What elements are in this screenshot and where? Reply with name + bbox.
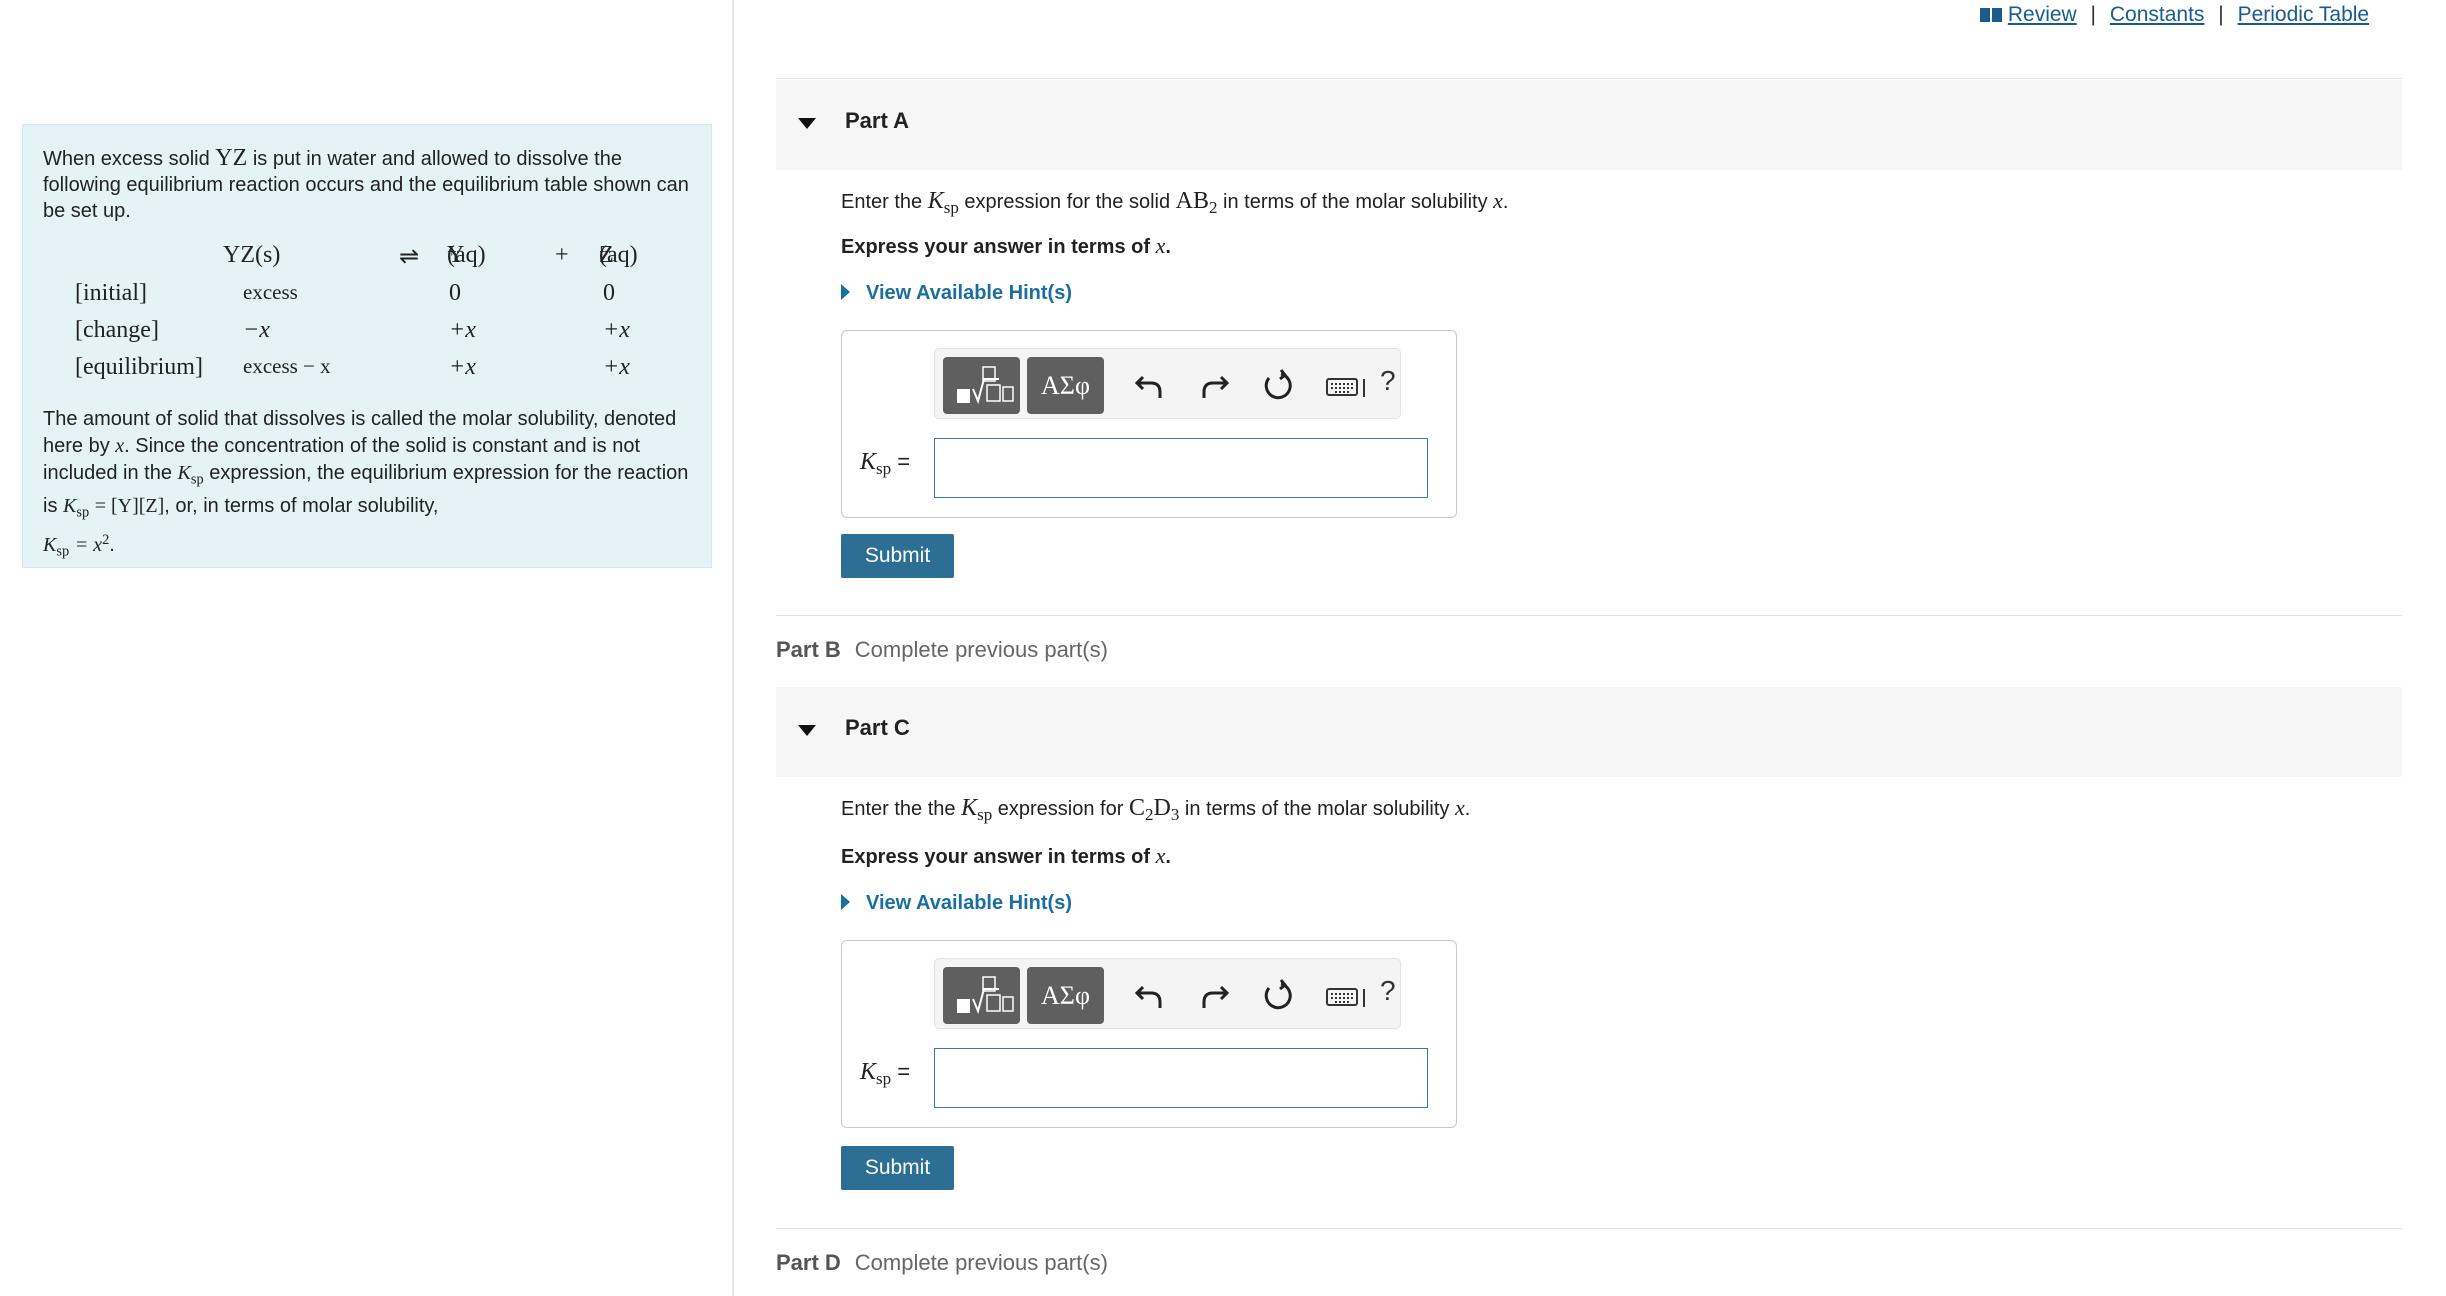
page: Review | Constants | Periodic Table When… — [0, 0, 2446, 1296]
part-d-locked: Part D Complete previous part(s) — [776, 1250, 1108, 1276]
part-c-prompt: Enter the the Ksp expression for C2D3 in… — [841, 795, 1471, 825]
part-c-header[interactable]: Part C — [776, 687, 2402, 777]
part-a-header[interactable]: Part A — [776, 80, 2402, 170]
section-divider — [776, 1228, 2402, 1229]
keyboard-icon[interactable] — [1325, 979, 1369, 1013]
part-a-submit-button[interactable]: Submit — [841, 534, 954, 578]
part-a-view-hints[interactable]: View Available Hint(s) — [841, 282, 1072, 305]
greek-symbols-button[interactable]: ΑΣφ — [1027, 357, 1104, 414]
hint-expand-icon — [841, 894, 850, 910]
part-d-title: Part D — [776, 1250, 841, 1275]
section-divider — [776, 615, 2402, 616]
help-icon[interactable]: ? — [1380, 365, 1396, 397]
part-b-title: Part B — [776, 637, 841, 662]
compound-yz: YZ — [215, 145, 248, 171]
part-a-instruction: Express your answer in terms of x. — [841, 233, 1171, 258]
intro-text: When excess solid YZ is put in water and… — [43, 145, 689, 222]
section-divider — [776, 78, 2402, 79]
template-icon — [957, 976, 1014, 1015]
part-b-status: Complete previous part(s) — [854, 637, 1108, 662]
book-icon — [1980, 8, 2002, 22]
part-a-answer-input[interactable] — [934, 438, 1428, 498]
molar-solubility-description: The amount of solid that dissolves is ca… — [43, 408, 689, 560]
redo-icon[interactable] — [1197, 369, 1231, 403]
constants-link[interactable]: Constants — [2110, 3, 2205, 26]
undo-icon[interactable] — [1133, 979, 1167, 1013]
help-icon[interactable]: ? — [1380, 975, 1396, 1007]
link-separator: | — [2090, 3, 2097, 26]
part-a-answer-box: ΑΣφ ? Ksp = — [841, 330, 1457, 518]
collapse-caret-icon[interactable] — [798, 118, 816, 129]
review-link[interactable]: Review — [2008, 3, 2077, 26]
greek-symbols-button[interactable]: ΑΣφ — [1027, 967, 1104, 1024]
part-c-view-hints[interactable]: View Available Hint(s) — [841, 892, 1072, 915]
template-icon — [957, 366, 1014, 405]
top-links: Review | Constants | Periodic Table — [1980, 0, 2369, 30]
part-c-answer-box: ΑΣφ ? Ksp = — [841, 940, 1457, 1128]
keyboard-icon[interactable] — [1325, 369, 1369, 403]
part-d-status: Complete previous part(s) — [854, 1250, 1108, 1275]
part-c-title: Part C — [845, 715, 910, 740]
redo-icon[interactable] — [1197, 979, 1231, 1013]
ksp-label: Ksp = — [860, 1059, 911, 1089]
reset-icon[interactable] — [1261, 369, 1295, 403]
undo-icon[interactable] — [1133, 369, 1167, 403]
problem-intro-panel: When excess solid YZ is put in water and… — [22, 124, 712, 568]
collapse-caret-icon[interactable] — [798, 725, 816, 736]
math-toolbar: ΑΣφ ? — [934, 958, 1401, 1029]
part-c-answer-input[interactable] — [934, 1048, 1428, 1108]
part-c-instruction: Express your answer in terms of x. — [841, 843, 1171, 868]
column-divider — [732, 0, 734, 1296]
equilibrium-table: YZ(s) ⇌ Y + (aq) + Z − (aq) [initial] excess… — [75, 242, 638, 380]
reset-icon[interactable] — [1261, 979, 1295, 1013]
part-a-prompt: Enter the Ksp expression for the solid A… — [841, 188, 1509, 218]
periodic-table-link[interactable]: Periodic Table — [2238, 3, 2370, 26]
link-separator: | — [2218, 3, 2224, 26]
part-a-title: Part A — [845, 108, 909, 133]
template-button[interactable] — [943, 357, 1020, 414]
part-b-locked: Part B Complete previous part(s) — [776, 637, 1108, 663]
template-button[interactable] — [943, 967, 1020, 1024]
math-toolbar: ΑΣφ ? — [934, 348, 1401, 419]
hint-expand-icon — [841, 284, 850, 300]
part-c-submit-button[interactable]: Submit — [841, 1146, 954, 1190]
ksp-label: Ksp = — [860, 449, 911, 479]
